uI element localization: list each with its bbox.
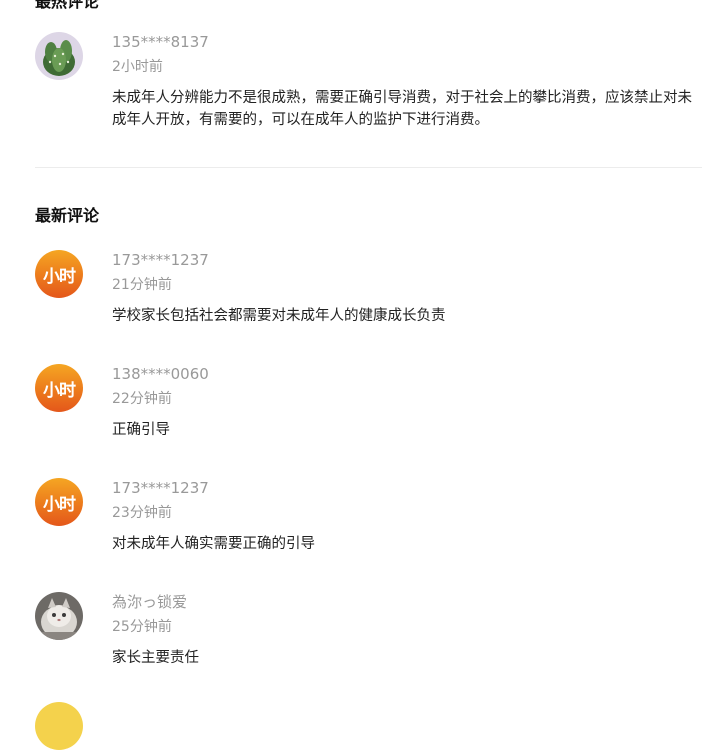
avatar-brand-text: 小时 [43, 380, 76, 401]
avatar[interactable] [35, 32, 83, 80]
cactus-photo-icon [35, 32, 83, 80]
cat-photo-icon [35, 592, 83, 640]
comment-text: 家长主要责任 [112, 650, 199, 666]
comment-username[interactable]: 135****8137 [112, 32, 705, 52]
latest-comments-title: 最新评论 [35, 206, 100, 225]
comment-username[interactable]: 173****1237 [112, 250, 705, 270]
avatar[interactable] [35, 592, 83, 640]
comment-text: 未成年人分辨能力不是很成熟，需要正确引导消费，对于社会上的攀比消费，应该禁止对未… [112, 90, 692, 128]
comment-time: 23分钟前 [112, 505, 172, 521]
comment-username[interactable]: 為沵っ锁爱 [112, 592, 705, 612]
avatar-brand-text: 小时 [43, 266, 76, 287]
hot-comments-title: 最热评论 [35, 0, 100, 11]
comment-time: 25分钟前 [112, 619, 172, 635]
comment-username[interactable]: 138****0060 [112, 364, 705, 384]
comment-time: 2小时前 [112, 59, 163, 75]
comment-username[interactable]: 173****1237 [112, 478, 705, 498]
comment-time: 21分钟前 [112, 277, 172, 293]
xiaoshi-logo-icon[interactable]: 小时 [35, 364, 83, 412]
section-divider [35, 167, 702, 168]
comment-text: 学校家长包括社会都需要对未成年人的健康成长负责 [112, 308, 446, 324]
avatar-brand-text: 小时 [43, 494, 76, 515]
xiaoshi-logo-icon[interactable]: 小时 [35, 478, 83, 526]
xiaoshi-logo-icon[interactable]: 小时 [35, 250, 83, 298]
comment-text: 对未成年人确实需要正确的引导 [112, 536, 315, 552]
comment-time: 22分钟前 [112, 391, 172, 407]
comment-text: 正确引导 [112, 422, 170, 438]
avatar[interactable] [35, 702, 83, 750]
